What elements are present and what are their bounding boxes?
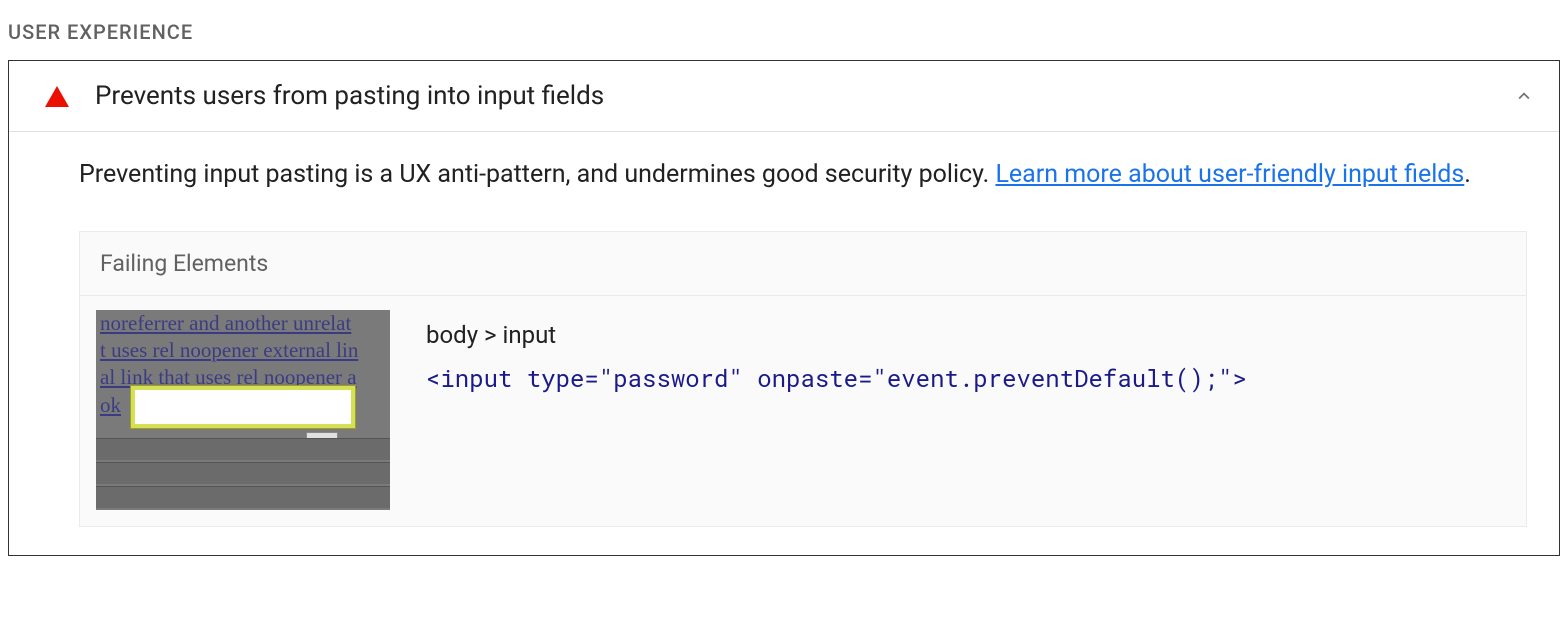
thumb-strip bbox=[96, 462, 390, 484]
failing-element-row: noreferrer and another unrelat t uses re… bbox=[80, 296, 1526, 526]
chevron-up-icon bbox=[1513, 85, 1535, 107]
audit-header[interactable]: Prevents users from pasting into input f… bbox=[9, 61, 1559, 132]
section-heading: USER EXPERIENCE bbox=[8, 20, 1560, 44]
thumb-text-line: noreferrer and another unrelat bbox=[96, 310, 390, 337]
thumb-strip bbox=[96, 438, 390, 460]
audit-description-prefix: Preventing input pasting is a UX anti-pa… bbox=[79, 160, 995, 189]
element-selector: body > input bbox=[426, 316, 1247, 356]
thumb-strip bbox=[96, 486, 390, 508]
element-snippet: <input type="password" onpaste="event.pr… bbox=[426, 359, 1247, 399]
learn-more-link[interactable]: Learn more about user-friendly input fie… bbox=[995, 160, 1464, 189]
audit-description-suffix: . bbox=[1464, 160, 1471, 189]
thumb-text-line: t uses rel noopener external lin bbox=[96, 337, 390, 364]
audit-title: Prevents users from pasting into input f… bbox=[95, 81, 1513, 111]
failing-elements-header: Failing Elements bbox=[80, 232, 1526, 296]
fail-triangle-icon bbox=[45, 86, 69, 107]
highlighted-input-icon bbox=[131, 386, 355, 428]
failing-elements-box: Failing Elements noreferrer and another … bbox=[79, 231, 1527, 527]
element-info: body > input <input type="password" onpa… bbox=[426, 310, 1247, 399]
audit-body: Preventing input pasting is a UX anti-pa… bbox=[9, 132, 1559, 555]
audit-description: Preventing input pasting is a UX anti-pa… bbox=[79, 156, 1527, 195]
element-thumbnail: noreferrer and another unrelat t uses re… bbox=[96, 310, 390, 510]
audit-card: Prevents users from pasting into input f… bbox=[8, 60, 1560, 556]
